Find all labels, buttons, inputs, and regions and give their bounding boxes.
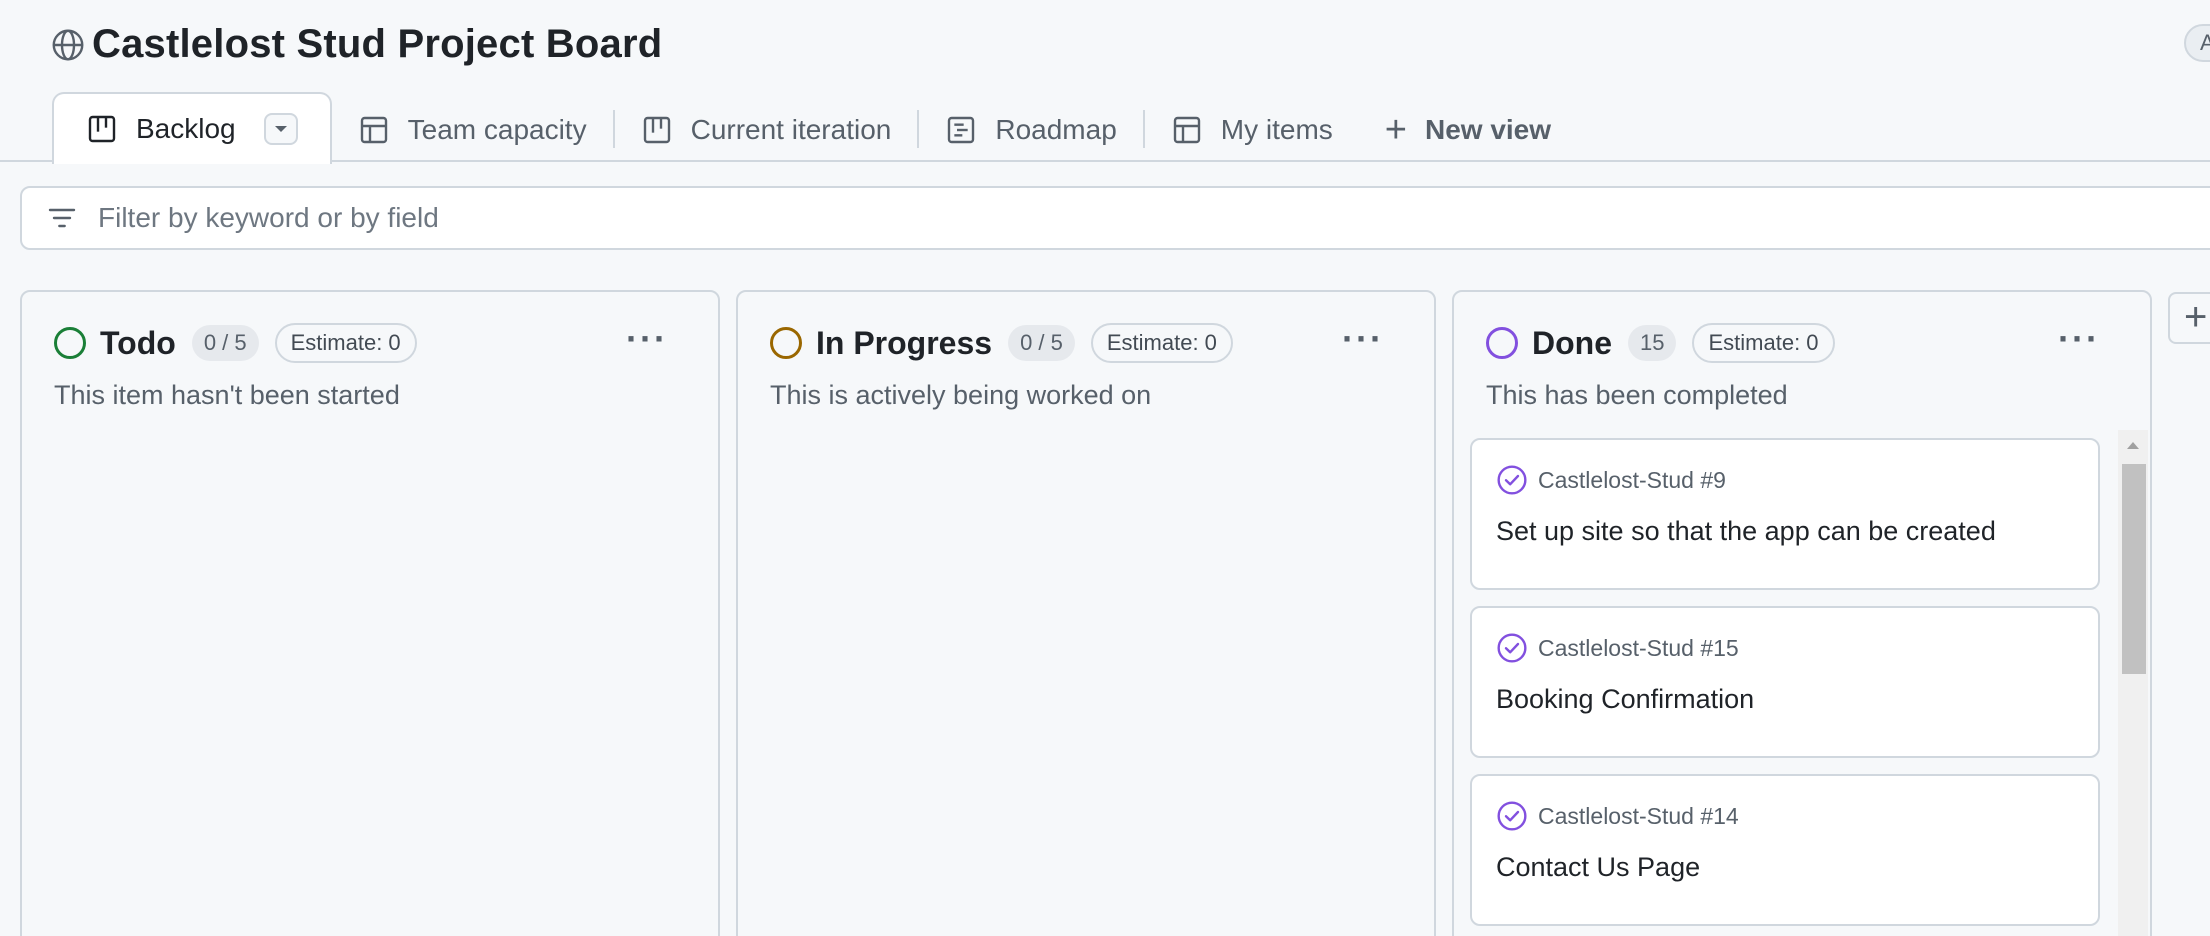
caret-down-icon — [274, 126, 287, 132]
card-title[interactable]: Set up site so that the app can be creat… — [1496, 516, 1996, 547]
scrollbar-thumb[interactable] — [2122, 464, 2146, 674]
status-circle-icon — [54, 327, 86, 359]
project-title: Castlelost Stud Project Board — [92, 22, 663, 66]
board-icon — [643, 116, 670, 144]
closed-issue-icon — [1497, 633, 1527, 663]
closed-issue-icon — [1497, 801, 1527, 831]
board-icon — [88, 115, 116, 143]
card-ref-text: Castlelost-Stud #9 — [1538, 466, 1726, 493]
tab-label: Roadmap — [995, 114, 1117, 145]
status-circle-icon — [770, 327, 802, 359]
tab-label: Team capacity — [407, 114, 587, 145]
column-estimate: Estimate: 0 — [1692, 323, 1835, 363]
new-view-button[interactable]: + New view — [1359, 98, 1577, 162]
column-estimate: Estimate: 0 — [274, 323, 417, 363]
add-column-button[interactable]: + — [2168, 292, 2210, 344]
plus-icon: + — [1384, 109, 1407, 151]
project-header: Castlelost Stud Project Board A Backlog … — [0, 0, 2210, 164]
column-title: Todo — [100, 324, 176, 361]
column-description: This item hasn't been started — [54, 380, 400, 410]
column-header: In Progress 0 / 5 Estimate: 0 — [770, 322, 1233, 364]
top-right-button[interactable]: A — [2184, 24, 2210, 62]
issue-card[interactable]: Castlelost-Stud #14 Contact Us Page — [1470, 774, 2100, 926]
issue-card[interactable]: Castlelost-Stud #15 Booking Confirmation — [1470, 606, 2100, 758]
column-scrollbar[interactable] — [2118, 430, 2148, 936]
tab-options-button[interactable] — [263, 113, 298, 145]
tab-my-items[interactable]: My items — [1145, 98, 1359, 162]
column-header: Todo 0 / 5 Estimate: 0 — [54, 322, 417, 364]
project-title-row: Castlelost Stud Project Board — [50, 22, 662, 67]
tab-team-capacity[interactable]: Team capacity — [332, 98, 613, 162]
closed-issue-icon — [1497, 465, 1527, 495]
status-circle-icon — [1486, 327, 1518, 359]
column-count: 0 / 5 — [1008, 325, 1075, 361]
card-ref-text: Castlelost-Stud #14 — [1538, 802, 1739, 829]
column-title: Done — [1532, 324, 1612, 361]
column-in-progress: In Progress 0 / 5 Estimate: 0 ··· This i… — [736, 290, 1436, 936]
tab-label: My items — [1220, 114, 1333, 145]
column-count: 15 — [1628, 325, 1677, 361]
column-count: 0 / 5 — [191, 325, 259, 361]
view-tabs: Backlog Team capacity Current iteration — [52, 90, 1577, 164]
card-ref-text: Castlelost-Stud #15 — [1538, 634, 1739, 661]
column-more-button[interactable]: ··· — [2058, 318, 2100, 360]
card-ref: Castlelost-Stud #9 — [1496, 464, 1726, 496]
filter-icon — [48, 208, 76, 228]
filter-bar[interactable] — [20, 186, 2210, 250]
tab-label: Current iteration — [690, 114, 892, 145]
scroll-up-arrow-icon[interactable] — [2118, 432, 2148, 458]
column-more-button[interactable]: ··· — [1342, 318, 1384, 360]
globe-icon — [52, 29, 84, 60]
column-done: Done 15 Estimate: 0 ··· This has been co… — [1452, 290, 2152, 936]
filter-input[interactable] — [98, 202, 998, 234]
issue-card[interactable]: Castlelost-Stud #9 Set up site so that t… — [1470, 438, 2100, 590]
column-description: This has been completed — [1486, 380, 1788, 410]
table-icon — [360, 116, 387, 144]
card-ref: Castlelost-Stud #15 — [1496, 632, 1739, 664]
card-title[interactable]: Contact Us Page — [1496, 852, 1700, 883]
tab-current-iteration[interactable]: Current iteration — [615, 98, 918, 162]
column-title: In Progress — [816, 324, 993, 361]
card-ref: Castlelost-Stud #14 — [1496, 800, 1739, 832]
column-estimate: Estimate: 0 — [1090, 323, 1233, 363]
roadmap-icon — [948, 116, 975, 144]
tab-roadmap[interactable]: Roadmap — [919, 98, 1142, 162]
column-more-button[interactable]: ··· — [626, 318, 668, 360]
column-description: This is actively being worked on — [770, 380, 1152, 410]
new-view-label: New view — [1424, 114, 1552, 145]
card-title[interactable]: Booking Confirmation — [1496, 684, 1754, 715]
tab-backlog[interactable]: Backlog — [52, 92, 332, 164]
column-todo: Todo 0 / 5 Estimate: 0 ··· This item has… — [20, 290, 720, 936]
tab-label: Backlog — [136, 113, 236, 144]
column-header: Done 15 Estimate: 0 — [1486, 322, 1835, 364]
table-icon — [1173, 116, 1200, 144]
